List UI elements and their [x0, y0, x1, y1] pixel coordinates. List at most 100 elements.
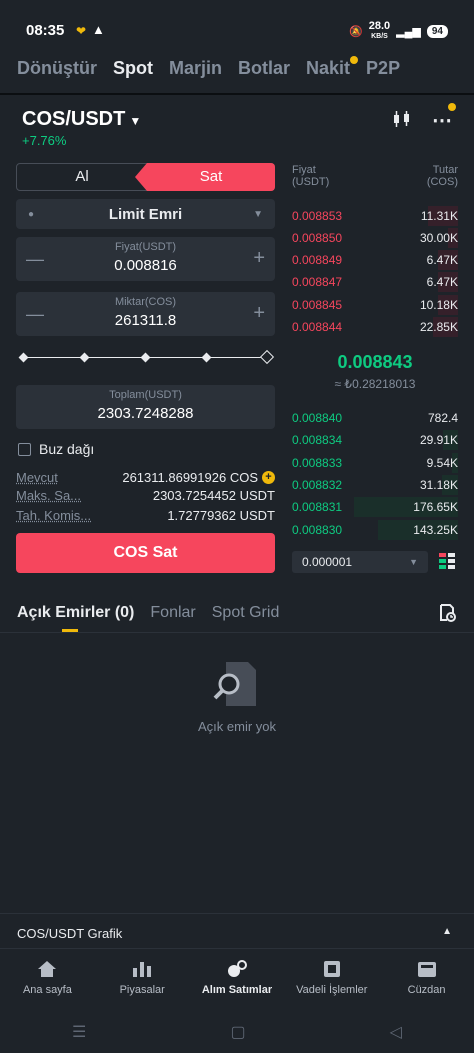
- order-type-value: Limit Emri: [108, 205, 183, 223]
- bid-row[interactable]: 0.008834 29.91K: [292, 429, 458, 451]
- last-price-try: ≈ ₺0.28218013: [334, 377, 416, 391]
- sell-cos-button[interactable]: COS Sat: [16, 533, 275, 573]
- signal-icon: ▂▄▆: [396, 26, 421, 38]
- amount-plus-icon[interactable]: +: [253, 302, 265, 325]
- info-icon[interactable]: ●: [28, 209, 34, 220]
- amount-label: Miktar(COS): [114, 296, 177, 308]
- tab-bots[interactable]: Botlar: [238, 58, 290, 79]
- slider-stop-50[interactable]: [140, 352, 151, 363]
- ask-price: 0.008850: [292, 231, 343, 245]
- recent-apps-icon[interactable]: ☰: [72, 1022, 86, 1042]
- bid-amount: 9.54K: [426, 456, 458, 470]
- slider-stop-25[interactable]: [79, 352, 90, 363]
- amount-slider[interactable]: [16, 349, 275, 365]
- max-sell-value: 2303.7254452 USDT: [152, 488, 275, 503]
- wallet-icon: [417, 962, 436, 977]
- caret-down-icon: ▼: [129, 114, 142, 128]
- nav-home[interactable]: Ana sayfa: [0, 950, 95, 1010]
- price-label: Fiyat(USDT): [114, 241, 177, 253]
- tab-open-orders[interactable]: Açık Emirler (0): [17, 604, 134, 622]
- iceberg-option[interactable]: Buz dağı: [18, 441, 94, 457]
- order-history-icon[interactable]: [438, 604, 456, 622]
- precision-select[interactable]: 0.000001 ▼: [292, 551, 428, 573]
- tab-margin[interactable]: Marjin: [169, 58, 222, 79]
- amount-field[interactable]: Miktar(COS) 261311.8 — +: [16, 292, 275, 336]
- bid-row[interactable]: 0.008831 176.65K: [292, 496, 458, 518]
- deposit-plus-icon[interactable]: +: [262, 471, 275, 484]
- orderbook-header: Fiyat (USDT) Tutar (COS): [292, 164, 458, 188]
- price-field[interactable]: Fiyat(USDT) 0.008816 — +: [16, 237, 275, 281]
- order-type-select[interactable]: ● Limit Emri ▼: [16, 199, 275, 229]
- bid-row[interactable]: 0.008833 9.54K: [292, 452, 458, 474]
- orderbook-layout-icon[interactable]: [439, 553, 455, 569]
- last-price: 0.008843: [337, 352, 413, 372]
- bid-row[interactable]: 0.008840 782.4: [292, 407, 458, 429]
- slider-handle[interactable]: [259, 349, 275, 365]
- amount-minus-icon[interactable]: —: [26, 304, 44, 325]
- total-field[interactable]: Toplam(USDT) 2303.7248288: [16, 385, 275, 429]
- buy-tab[interactable]: Al: [17, 164, 147, 190]
- nav-futures[interactable]: Vadeli İşlemler: [284, 950, 379, 1010]
- available-label: Mevcut: [16, 470, 58, 485]
- total-value[interactable]: 2303.7248288: [16, 405, 275, 422]
- ask-price: 0.008844: [292, 320, 343, 334]
- chart-panel-toggle[interactable]: COS/USDT Grafik ▲: [0, 913, 474, 949]
- more-menu-icon[interactable]: ⋯: [432, 108, 452, 133]
- ask-row[interactable]: 0.008853 11.31K: [292, 205, 458, 227]
- amount-header: Tutar: [432, 164, 458, 176]
- bid-row[interactable]: 0.008830 143.25K: [292, 519, 458, 541]
- iceberg-checkbox[interactable]: [18, 442, 31, 456]
- available-value: 261311.86991926 COS: [122, 470, 258, 485]
- ask-row[interactable]: 0.008849 6.47K: [292, 249, 458, 271]
- max-sell-label[interactable]: Maks. Sa...: [16, 488, 81, 503]
- ask-row[interactable]: 0.008847 6.47K: [292, 271, 458, 293]
- back-icon[interactable]: ◁: [390, 1022, 402, 1042]
- precision-value: 0.000001: [302, 555, 353, 569]
- candlestick-chart-icon[interactable]: [392, 110, 412, 133]
- bid-price: 0.008830: [292, 523, 343, 537]
- pair-change: +7.76%: [22, 133, 67, 148]
- dropdown-icon: ▼: [409, 557, 418, 567]
- bid-amount: 143.25K: [413, 523, 458, 537]
- slider-stop-0[interactable]: [18, 352, 29, 363]
- trade-icon: [227, 960, 247, 977]
- tab-funds[interactable]: Fonlar: [150, 604, 195, 622]
- bid-amount: 29.91K: [419, 433, 458, 447]
- system-nav-bar: ☰ ▢ ◁: [0, 1010, 474, 1053]
- bid-price: 0.008834: [292, 433, 343, 447]
- nav-markets[interactable]: Piyasalar: [95, 950, 190, 1010]
- price-plus-icon[interactable]: +: [253, 247, 265, 270]
- nav-wallet[interactable]: Cüzdan: [379, 950, 474, 1010]
- home-button-icon[interactable]: ▢: [230, 1022, 245, 1042]
- amount-value[interactable]: 261311.8: [16, 312, 275, 329]
- app-notification-icon: ❤: [76, 24, 87, 38]
- price-value[interactable]: 0.008816: [16, 257, 275, 274]
- tab-p2p[interactable]: P2P: [366, 58, 400, 79]
- bid-amount: 782.4: [427, 411, 458, 425]
- slider-stop-75[interactable]: [201, 352, 212, 363]
- tab-spot[interactable]: Spot: [113, 58, 153, 79]
- nav-trades[interactable]: Alım Satımlar: [190, 950, 285, 1010]
- pair-selector[interactable]: COS/USDT ▼: [22, 108, 141, 131]
- bar-chart-icon: [133, 962, 152, 977]
- price-unit: (USDT): [292, 176, 330, 188]
- bid-row[interactable]: 0.008832 31.18K: [292, 474, 458, 496]
- tab-cash[interactable]: Nakit: [306, 56, 359, 79]
- ask-row[interactable]: 0.008845 10.18K: [292, 294, 458, 316]
- tab-spot-grid[interactable]: Spot Grid: [212, 604, 280, 622]
- fee-label[interactable]: Tah. Komis...: [16, 508, 91, 523]
- bid-price: 0.008840: [292, 411, 343, 425]
- amount-unit: (COS): [426, 176, 458, 188]
- ask-row[interactable]: 0.008850 30.00K: [292, 227, 458, 249]
- last-price-block[interactable]: 0.008843 ≈ ₺0.28218013: [292, 352, 458, 391]
- notification-dot: [448, 103, 456, 111]
- bid-price: 0.008833: [292, 456, 343, 470]
- ask-row[interactable]: 0.008844 22.85K: [292, 316, 458, 338]
- total-label: Toplam(USDT): [109, 389, 182, 401]
- price-header: Fiyat: [292, 164, 316, 176]
- price-minus-icon[interactable]: —: [26, 249, 44, 270]
- tab-convert[interactable]: Dönüştür: [17, 58, 97, 79]
- expand-up-icon: ▲: [442, 926, 452, 937]
- no-orders-icon: [212, 660, 260, 708]
- sell-tab[interactable]: Sat: [135, 163, 275, 191]
